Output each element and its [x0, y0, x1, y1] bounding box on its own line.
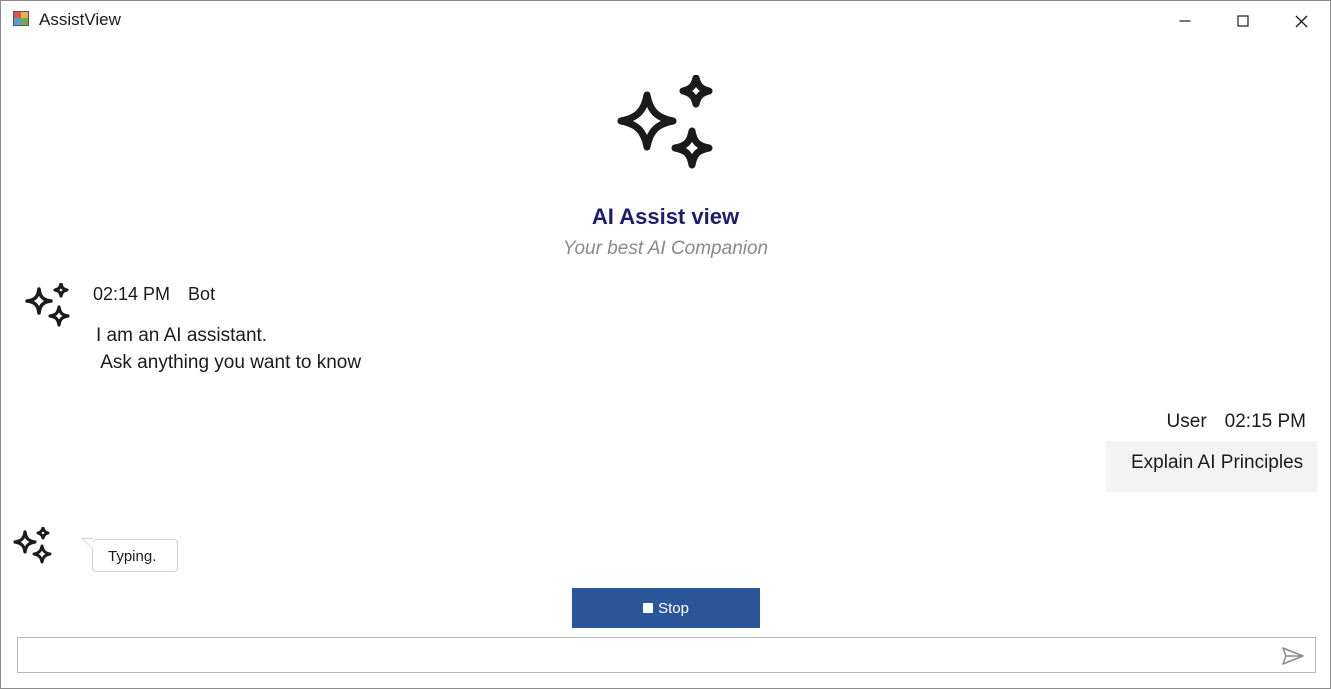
- send-button[interactable]: [1276, 642, 1310, 670]
- window-title: AssistView: [39, 10, 121, 29]
- minimize-button[interactable]: [1156, 1, 1214, 41]
- app-window: AssistView AI Assist view Your best AI C…: [0, 0, 1331, 689]
- sparkles-icon: [617, 75, 713, 169]
- typing-avatar-sparkles-icon: [13, 527, 52, 564]
- user-message-meta: User 02:15 PM: [1149, 411, 1306, 433]
- typing-bubble-tail-fill: [83, 539, 93, 549]
- typing-indicator: Typing.: [92, 539, 178, 572]
- prompt-input-box: [17, 637, 1316, 674]
- assist-view: AI Assist view Your best AI Companion 02…: [1, 41, 1330, 688]
- prompt-input[interactable]: [26, 638, 1270, 674]
- minimize-icon: [1179, 20, 1191, 22]
- bot-message-time: 02:14 PM: [93, 284, 171, 304]
- bot-avatar-sparkles-icon: [25, 283, 70, 327]
- title-bar: AssistView: [1, 1, 1330, 41]
- bot-message-text: I am an AI assistant. Ask anything you w…: [96, 325, 362, 373]
- banner-title: AI Assist view: [591, 204, 740, 229]
- maximize-button[interactable]: [1214, 1, 1272, 41]
- stop-button[interactable]: Stop: [572, 588, 760, 628]
- user-message-text: Explain AI Principles: [1131, 452, 1304, 473]
- close-button[interactable]: [1272, 1, 1330, 41]
- bot-message-meta: 02:14 PM Bot: [93, 284, 233, 305]
- maximize-icon: [1237, 15, 1249, 27]
- typing-text: Typing.: [108, 548, 157, 565]
- stop-square-icon: [643, 603, 654, 613]
- banner-subtitle: Your best AI Companion: [562, 238, 769, 259]
- stop-button-label: Stop: [658, 599, 689, 617]
- close-icon: [1295, 15, 1307, 27]
- user-message-bubble: Explain AI Principles: [1106, 441, 1317, 492]
- user-message-time: 02:15 PM: [1224, 411, 1306, 432]
- user-message-author: User: [1166, 411, 1207, 432]
- send-icon: [1282, 647, 1304, 665]
- bot-message-author: Bot: [188, 284, 216, 304]
- app-icon: [13, 11, 29, 26]
